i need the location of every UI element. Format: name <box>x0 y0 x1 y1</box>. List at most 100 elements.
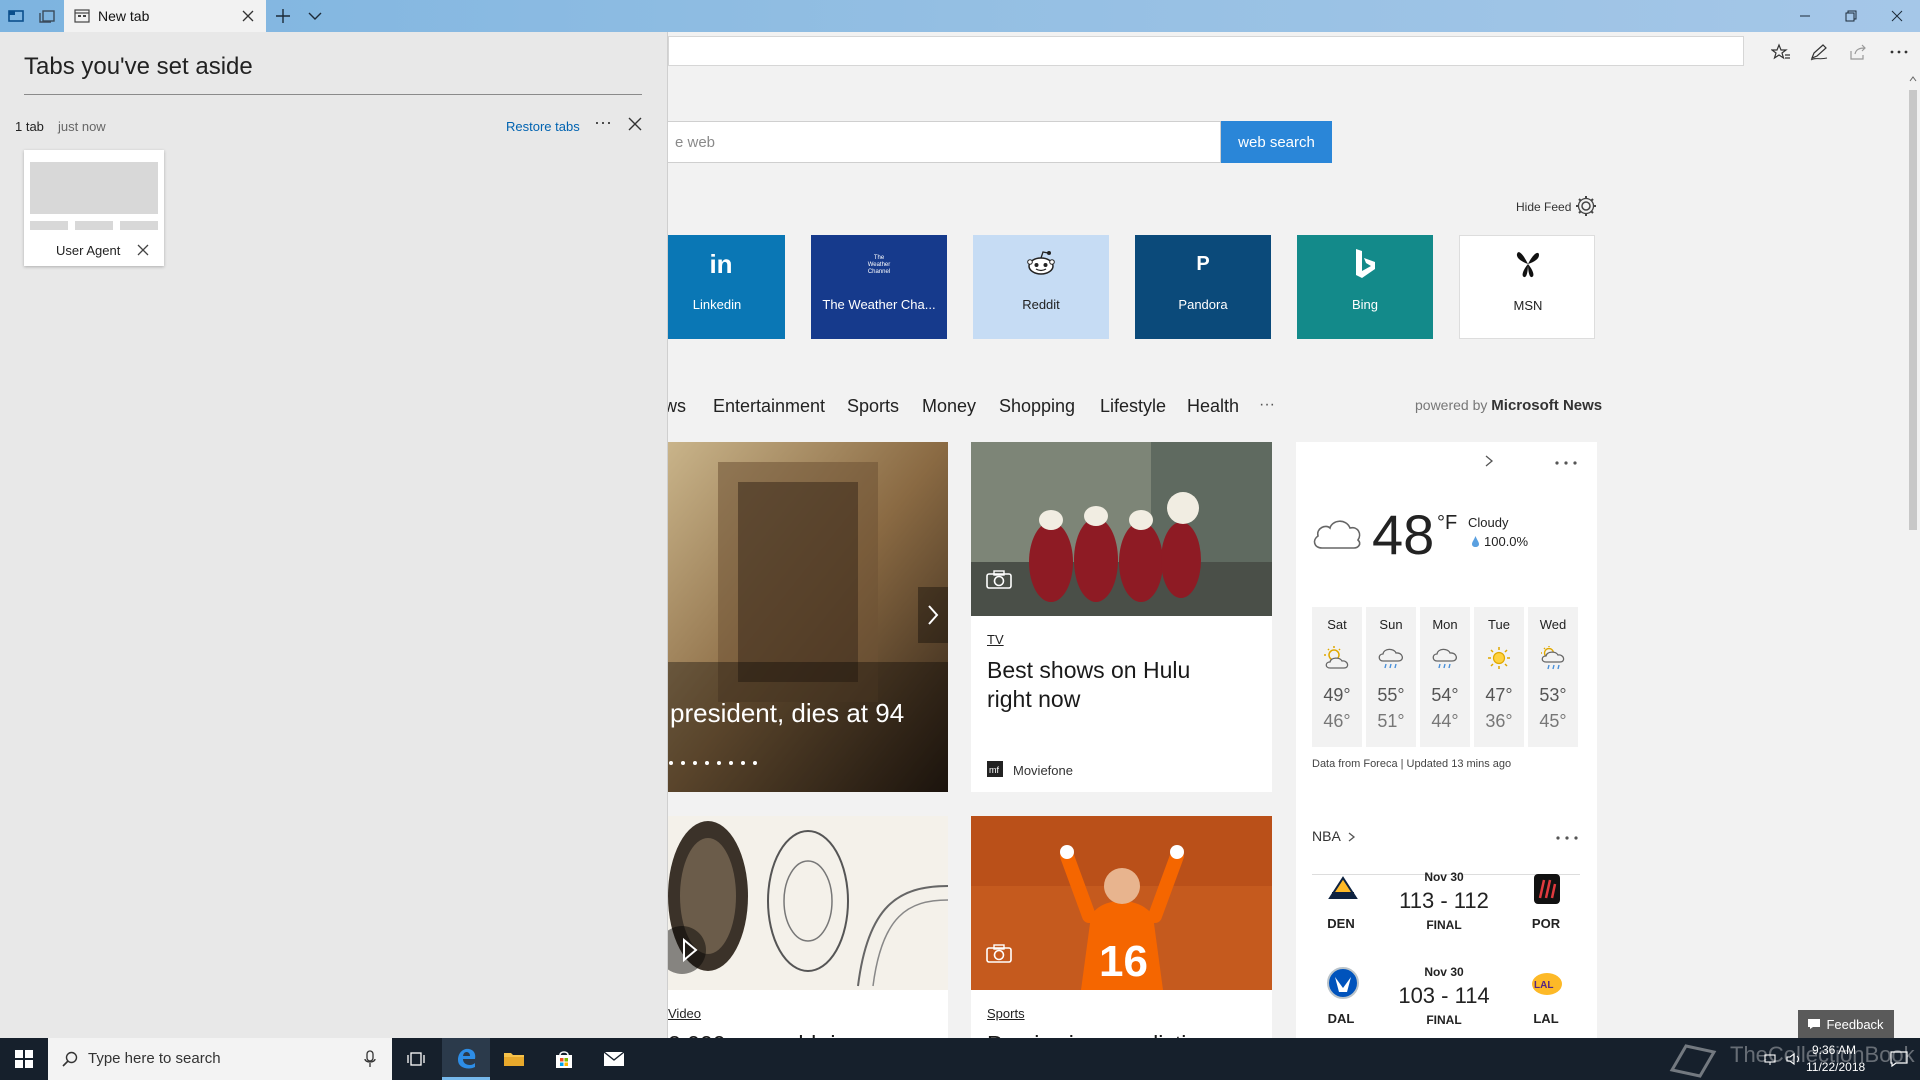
thumbnail-bar <box>120 221 158 230</box>
card-category[interactable]: TV <box>987 632 1004 647</box>
settings-more-button[interactable] <box>1884 38 1914 66</box>
category-more[interactable]: ··· <box>1259 396 1275 414</box>
rain-icon <box>1378 648 1403 669</box>
chevron-right-icon[interactable] <box>1347 831 1357 843</box>
taskbar-search-box[interactable]: Type here to search <box>48 1038 392 1080</box>
close-window-button[interactable] <box>1874 0 1920 32</box>
volume-icon[interactable] <box>1786 1052 1802 1066</box>
category-sports[interactable]: Sports <box>847 396 899 417</box>
card-title[interactable]: 2,000-year-old ring <box>668 1030 938 1038</box>
minimize-button[interactable] <box>1782 0 1828 32</box>
store-bag-icon <box>556 1051 572 1068</box>
reddit-icon <box>1027 251 1055 275</box>
category-health[interactable]: Health <box>1187 396 1239 417</box>
clock-date[interactable]: 11/22/2018 <box>1806 1060 1865 1074</box>
restore-button[interactable] <box>1828 0 1874 32</box>
notes-button[interactable] <box>1804 38 1834 66</box>
camera-icon <box>986 944 1012 963</box>
page-settings-button[interactable] <box>1574 194 1598 218</box>
remove-group-close-icon[interactable] <box>626 115 644 133</box>
vertical-scrollbar[interactable] <box>1906 72 1920 1038</box>
taskbar-store[interactable] <box>540 1038 588 1080</box>
tile-label: Pandora <box>1178 297 1228 312</box>
category-lifestyle[interactable]: Lifestyle <box>1100 396 1166 417</box>
card-title[interactable]: Previewing, predicting <box>987 1030 1257 1038</box>
carousel-dots[interactable] <box>668 758 768 768</box>
carousel-next-button[interactable] <box>918 587 948 643</box>
weather-footer: Data from Foreca | Updated 13 mins ago <box>1312 758 1512 770</box>
close-icon <box>1891 10 1903 22</box>
restore-tabs-link[interactable]: Restore tabs <box>506 119 580 134</box>
card-title[interactable]: Best shows on Hulu right now <box>987 656 1197 714</box>
game-score: 113 - 112 <box>1399 888 1489 913</box>
card-category[interactable]: Sports <box>987 1006 1025 1021</box>
web-search-button[interactable]: web search <box>1221 121 1332 163</box>
taskbar-mail[interactable] <box>590 1038 638 1080</box>
address-input[interactable] <box>668 36 1744 66</box>
news-card-hulu[interactable]: TV Best shows on Hulu right now mf Movie… <box>971 442 1272 792</box>
category-money[interactable]: Money <box>922 396 976 417</box>
taskbar-edge[interactable] <box>442 1038 490 1080</box>
aside-tab-thumbnail[interactable]: User Agent <box>24 150 164 266</box>
category-entertainment[interactable]: Entertainment <box>713 396 825 417</box>
network-icon[interactable] <box>1764 1052 1780 1066</box>
game-score: 103 - 114 <box>1398 983 1490 1008</box>
forecast-day[interactable]: Wed 53° 45° <box>1528 607 1578 747</box>
game-status: FINAL <box>1426 918 1462 932</box>
category-shopping[interactable]: Shopping <box>999 396 1075 417</box>
hero-carousel-card[interactable]: president, dies at 94 <box>668 442 948 792</box>
tile-label: The Weather Cha... <box>822 297 936 312</box>
forecast-day[interactable]: Tue 47° 36° <box>1474 607 1524 747</box>
taskbar-search-placeholder: Type here to search <box>88 1050 221 1067</box>
notification-center-icon[interactable] <box>1890 1051 1908 1067</box>
tile-label: MSN <box>1513 298 1543 313</box>
thumbnail-close-icon[interactable] <box>136 243 150 257</box>
top-site-linkedin[interactable]: in Linkedin <box>649 235 785 339</box>
web-search-input[interactable]: e web <box>660 121 1221 163</box>
forecast-high: 53° <box>1539 685 1567 705</box>
tab-group-more-button[interactable]: ··· <box>594 112 612 133</box>
top-site-bing[interactable]: Bing <box>1297 235 1433 339</box>
forecast-day[interactable]: Mon 54° 44° <box>1420 607 1470 747</box>
tab-preview-button[interactable] <box>304 6 326 26</box>
top-site-weather-channel[interactable]: The Weather Channel The Weather Cha... <box>811 235 947 339</box>
search-placeholder: e web <box>675 134 716 151</box>
scroll-thumb[interactable] <box>1909 90 1917 530</box>
scroll-up-icon[interactable] <box>1909 76 1917 82</box>
clock-time[interactable]: 9:36 AM <box>1812 1043 1856 1057</box>
forecast-day[interactable]: Sat 49° 46° <box>1312 607 1362 747</box>
svg-text:LAL: LAL <box>1534 980 1553 991</box>
card-category[interactable]: Video <box>668 1006 701 1021</box>
share-button[interactable] <box>1843 38 1873 66</box>
weather-more-icon[interactable] <box>1554 460 1578 466</box>
top-site-reddit[interactable]: Reddit <box>973 235 1109 339</box>
tab-close-icon[interactable] <box>242 10 254 22</box>
tile-label: Linkedin <box>692 297 742 312</box>
new-tab-button[interactable] <box>272 6 294 26</box>
news-card-ring[interactable]: Video 2,000-year-old ring <box>668 816 948 1038</box>
feedback-button[interactable]: Feedback <box>1798 1010 1894 1038</box>
taskbar-file-explorer[interactable] <box>490 1038 538 1080</box>
droplet-icon <box>1472 536 1479 547</box>
nba-more-icon[interactable] <box>1555 835 1579 841</box>
favorites-button[interactable] <box>1766 38 1796 66</box>
top-site-pandora[interactable]: P Pandora <box>1135 235 1271 339</box>
chevron-right-icon[interactable] <box>1483 454 1495 468</box>
tabs-aside-icon[interactable] <box>6 6 26 26</box>
top-site-msn[interactable]: MSN <box>1459 235 1595 339</box>
start-button[interactable] <box>0 1038 48 1080</box>
play-icon <box>683 937 698 963</box>
tab-new-tab[interactable]: New tab <box>64 0 266 32</box>
set-tabs-aside-icon[interactable] <box>38 6 58 26</box>
powered-by-prefix: powered by <box>1415 397 1488 413</box>
hide-feed-link[interactable]: Hide Feed <box>1516 200 1571 214</box>
svg-text:16: 16 <box>1099 937 1148 986</box>
nba-header[interactable]: NBA <box>1312 828 1341 844</box>
task-view-button[interactable] <box>392 1038 440 1080</box>
microphone-icon[interactable] <box>364 1050 376 1068</box>
video-play-button[interactable] <box>668 926 706 974</box>
forecast-day[interactable]: Sun 55° 51° <box>1366 607 1416 747</box>
news-card-sports[interactable]: 16 Sports Previewing, predicting <box>971 816 1272 1038</box>
title-bar: New tab <box>0 0 1920 32</box>
msn-butterfly-icon <box>1516 252 1539 278</box>
